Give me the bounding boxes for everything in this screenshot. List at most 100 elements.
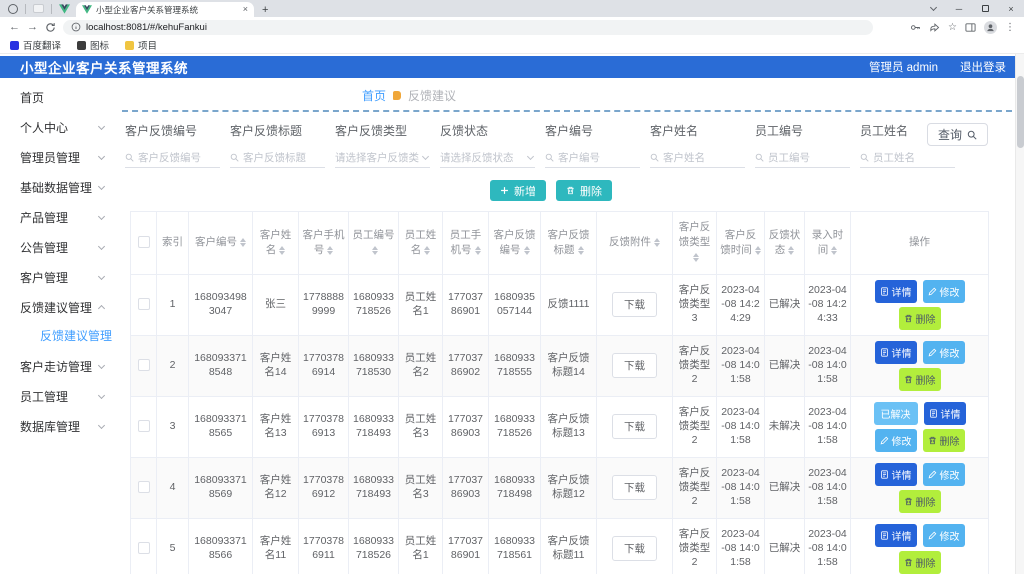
query-button[interactable]: 查询 xyxy=(927,123,988,146)
cell-checkbox[interactable] xyxy=(131,274,157,335)
cell-checkbox[interactable] xyxy=(131,335,157,396)
col-status[interactable]: 反馈状态 xyxy=(765,212,805,275)
sort-icon[interactable] xyxy=(654,238,660,247)
row-checkbox[interactable] xyxy=(138,359,150,371)
pinned-tab[interactable] xyxy=(33,4,44,13)
col-feedback-title[interactable]: 客户反馈标题 xyxy=(541,212,597,275)
sidebar-item-customer-visit-management[interactable]: 客户走访管理 xyxy=(0,351,118,381)
sidebar-item-feedback-management[interactable]: 反馈建议管理 xyxy=(0,292,118,322)
forward-button[interactable]: → xyxy=(27,22,38,33)
row-checkbox[interactable] xyxy=(138,542,150,554)
profile-avatar[interactable] xyxy=(984,21,997,34)
sidebar-item-notice-management[interactable]: 公告管理 xyxy=(0,232,118,262)
sidebar-subitem-feedback-suggestion[interactable]: 反馈建议管理 xyxy=(0,322,118,351)
bookmark-item[interactable]: 图标 xyxy=(77,38,109,52)
bookmark-star-icon[interactable]: ☆ xyxy=(948,22,957,33)
row-checkbox[interactable] xyxy=(138,481,150,493)
delete-button[interactable]: 删除 xyxy=(899,307,941,330)
row-checkbox[interactable] xyxy=(138,420,150,432)
col-feedback-no[interactable]: 客户反馈编号 xyxy=(489,212,541,275)
col-entry-time[interactable]: 录入时间 xyxy=(805,212,851,275)
col-checkbox[interactable] xyxy=(131,212,157,275)
filter-input-customer-name[interactable]: 客户姓名 xyxy=(650,148,745,168)
edit-button[interactable]: 修改 xyxy=(923,524,965,547)
filter-input-customer-no[interactable]: 客户编号 xyxy=(545,148,640,168)
scrollbar-thumb[interactable] xyxy=(1017,76,1024,148)
tab-search-icon[interactable] xyxy=(920,0,946,17)
col-employee-no[interactable]: 员工编号 xyxy=(349,212,399,275)
window-close-button[interactable]: × xyxy=(998,0,1024,17)
bulk-delete-button[interactable]: 删除 xyxy=(556,180,612,201)
col-feedback-type[interactable]: 客户反馈类型 xyxy=(673,212,717,275)
filter-select-feedback-type[interactable]: 请选择客户反馈类型 xyxy=(335,148,430,168)
delete-button[interactable]: 删除 xyxy=(899,490,941,513)
edit-button[interactable]: 修改 xyxy=(923,280,965,303)
filter-input-feedback-title[interactable]: 客户反馈标题 xyxy=(230,148,325,168)
sort-icon[interactable] xyxy=(524,246,530,255)
window-restore-button[interactable] xyxy=(972,0,998,17)
sidebar-item-home[interactable]: 首页 xyxy=(0,82,118,112)
bookmark-item[interactable]: 百度翻译 xyxy=(10,38,61,52)
browser-tab[interactable]: 小型企业客户关系管理系统 × xyxy=(76,2,254,17)
sidebar-item-customer-management[interactable]: 客户管理 xyxy=(0,262,118,292)
sidebar-item-product-management[interactable]: 产品管理 xyxy=(0,202,118,232)
filter-input-employee-no[interactable]: 员工编号 xyxy=(755,148,850,168)
sort-icon[interactable] xyxy=(755,246,761,255)
resolve-button[interactable]: 已解决 xyxy=(874,402,918,425)
browser-menu-icon[interactable]: ⋮ xyxy=(1005,22,1015,33)
col-employee-phone[interactable]: 员工手机号 xyxy=(443,212,489,275)
scrollbar[interactable] xyxy=(1015,54,1024,574)
cell-checkbox[interactable] xyxy=(131,396,157,457)
sort-icon[interactable] xyxy=(424,246,430,255)
add-button[interactable]: 新增 xyxy=(490,180,546,201)
col-customer-name[interactable]: 客户姓名 xyxy=(253,212,299,275)
col-customer-no[interactable]: 客户编号 xyxy=(189,212,253,275)
download-button[interactable]: 下载 xyxy=(612,475,657,500)
sidebar-item-personal-center[interactable]: 个人中心 xyxy=(0,112,118,142)
address-bar[interactable]: localhost:8081/#/kehuFankui xyxy=(63,20,873,35)
edit-button[interactable]: 修改 xyxy=(923,341,965,364)
site-info-icon[interactable] xyxy=(71,22,81,32)
sidebar-item-base-data-management[interactable]: 基础数据管理 xyxy=(0,172,118,202)
reload-button[interactable] xyxy=(45,22,56,33)
sort-icon[interactable] xyxy=(788,246,794,255)
vue-pinned-tab-icon[interactable] xyxy=(59,4,70,14)
sort-icon[interactable] xyxy=(693,253,699,262)
col-feedback-time[interactable]: 客户反馈时间 xyxy=(717,212,765,275)
detail-button[interactable]: 详情 xyxy=(875,524,917,547)
back-button[interactable]: ← xyxy=(9,22,20,33)
delete-button[interactable]: 删除 xyxy=(899,368,941,391)
sort-icon[interactable] xyxy=(475,246,481,255)
sort-icon[interactable] xyxy=(327,246,333,255)
download-button[interactable]: 下载 xyxy=(612,414,657,439)
sidebar-item-database-management[interactable]: 数据库管理 xyxy=(0,411,118,441)
sort-icon[interactable] xyxy=(372,246,378,255)
header-checkbox[interactable] xyxy=(138,236,150,248)
bookmark-item[interactable]: 项目 xyxy=(125,38,157,52)
download-button[interactable]: 下载 xyxy=(612,536,657,561)
new-tab-button[interactable]: + xyxy=(262,4,268,16)
password-key-icon[interactable] xyxy=(910,22,921,33)
sidebar-item-admin-management[interactable]: 管理员管理 xyxy=(0,142,118,172)
download-button[interactable]: 下载 xyxy=(612,292,657,317)
browser-globe-icon[interactable] xyxy=(8,4,18,14)
filter-input-feedback-no[interactable]: 客户反馈编号 xyxy=(125,148,220,168)
tab-close-icon[interactable]: × xyxy=(243,5,248,14)
sort-icon[interactable] xyxy=(831,246,837,255)
detail-button[interactable]: 详情 xyxy=(875,280,917,303)
download-button[interactable]: 下载 xyxy=(612,353,657,378)
cell-checkbox[interactable] xyxy=(131,518,157,574)
window-minimize-button[interactable]: ─ xyxy=(946,0,972,17)
edit-button[interactable]: 修改 xyxy=(923,463,965,486)
delete-button[interactable]: 删除 xyxy=(923,429,965,452)
col-customer-phone[interactable]: 客户手机号 xyxy=(299,212,349,275)
sort-icon[interactable] xyxy=(240,238,246,247)
edit-button[interactable]: 修改 xyxy=(875,429,917,452)
logout-link[interactable]: 退出登录 xyxy=(960,59,1006,75)
sidebar-item-employee-management[interactable]: 员工管理 xyxy=(0,381,118,411)
sort-icon[interactable] xyxy=(279,246,285,255)
breadcrumb-home[interactable]: 首页 xyxy=(362,87,386,104)
filter-select-feedback-status[interactable]: 请选择反馈状态 xyxy=(440,148,535,168)
share-icon[interactable] xyxy=(929,22,940,33)
col-attachment[interactable]: 反馈附件 xyxy=(597,212,673,275)
